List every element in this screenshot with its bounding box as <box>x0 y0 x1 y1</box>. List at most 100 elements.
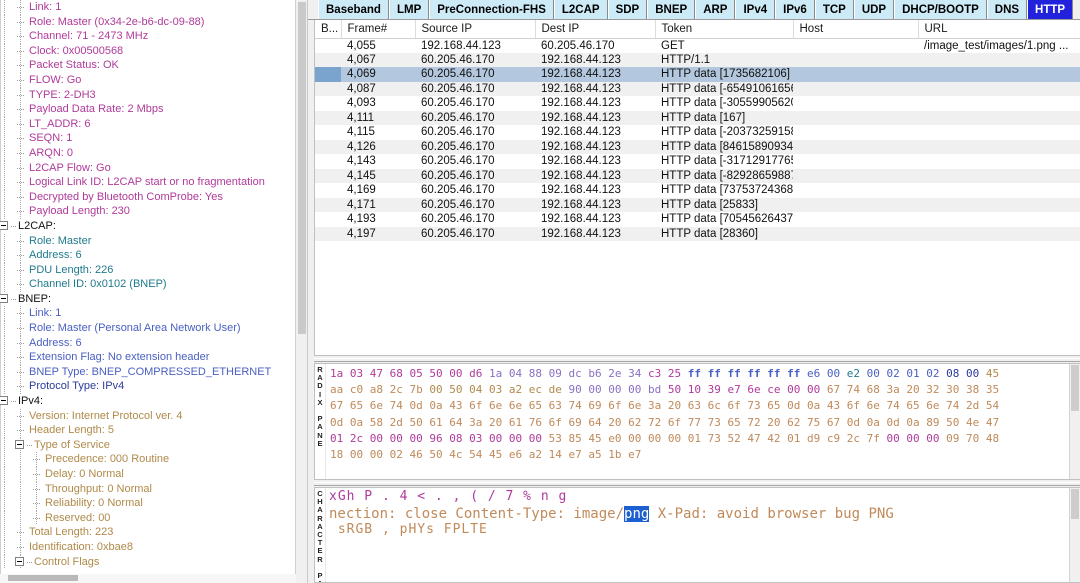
radix-pane[interactable]: RADIX PANE 1a 03 47 68 05 50 00 d6 1a 04… <box>314 363 1080 480</box>
tab-udp[interactable]: UDP <box>853 0 895 19</box>
packet-list-container[interactable]: B...Frame#Source IPDest IPTokenHostURLFr… <box>314 20 1080 356</box>
tree-node[interactable]: Header Length: 5 <box>2 423 296 438</box>
tree-node[interactable]: Clock: 0x00500568 <box>2 43 296 59</box>
tree-node[interactable]: TYPE: 2-DH3 <box>2 87 296 103</box>
tree-node[interactable]: Throughput: 0 Normal <box>2 481 296 497</box>
tree-node[interactable]: Channel: 71 - 2473 MHz <box>2 29 296 44</box>
tree-node[interactable]: Role: Master (0x34-2e-b6-dc-09-88) <box>2 14 296 30</box>
tree-scroll-thumb[interactable] <box>298 2 306 334</box>
radix-vertical-scrollbar[interactable] <box>1069 364 1080 479</box>
tree-node[interactable]: Identification: 0xbae8 <box>2 539 296 555</box>
tree-node[interactable]: ARQN: 0 <box>2 145 296 161</box>
cell-b <box>315 67 341 82</box>
tree-node[interactable]: Version: Internet Protocol ver. 4 <box>2 408 296 424</box>
tree-node[interactable]: Payload Length: 230 <box>2 204 296 219</box>
character-pane[interactable]: CHARACTER PANE xGh P . 4 < . , ( / 7 % n… <box>314 487 1080 583</box>
tree-node[interactable]: Address: 6 <box>2 248 296 263</box>
table-row[interactable]: 4,067 60.205.46.170 192.168.44.123 HTTP/1.1… <box>315 52 1080 67</box>
tree-horizontal-scrollbar[interactable] <box>0 574 296 583</box>
table-row[interactable]: 4,093 60.205.46.170 192.168.44.123 HTTP dat… <box>315 96 1080 111</box>
column-header[interactable]: Source IP <box>415 20 536 39</box>
character-rows[interactable]: xGh P . 4 < . , ( / 7 % n g nection: clos… <box>326 488 1080 582</box>
table-row[interactable]: 4,111 60.205.46.170 192.168.44.123 HTTP dat… <box>315 110 1080 125</box>
tree-node[interactable]: Delay: 0 Normal <box>2 467 296 482</box>
tree-node[interactable]: Decrypted by Bluetooth ComProbe: Yes <box>2 189 296 205</box>
pane-splitter-2[interactable] <box>308 480 1080 487</box>
tab-sdp[interactable]: SDP <box>607 0 648 19</box>
tab-dns[interactable]: DNS <box>986 0 1028 19</box>
tab-tcp[interactable]: TCP <box>814 0 854 19</box>
table-row[interactable]: 4,193 60.205.46.170 192.168.44.123 HTTP dat… <box>315 212 1080 227</box>
column-header[interactable]: Dest IP <box>535 20 656 39</box>
character-vertical-scrollbar[interactable] <box>1069 488 1080 582</box>
tab-l2cap[interactable]: L2CAP <box>553 0 608 19</box>
column-header[interactable]: B... <box>315 20 342 39</box>
protocol-tree-list[interactable]: Link: 1 Role: Master (0x34-2e-b6-dc-09-88… <box>0 0 296 583</box>
tree-node[interactable]: L2CAP Flow: Go <box>2 160 296 176</box>
pane-splitter-1[interactable] <box>308 356 1080 363</box>
tree-node[interactable]: Precedence: 000 Routine <box>2 452 296 467</box>
packet-table-body[interactable]: 4,055 192.168.44.123 60.205.46.170 GET/imag… <box>315 38 1080 241</box>
radix-hex-rows[interactable]: 1a 03 47 68 05 50 00 d6 1a 04 88 09 dc b… <box>326 364 1080 479</box>
tree-collapse-icon[interactable] <box>15 556 24 566</box>
table-row[interactable]: 4,087 60.205.46.170 192.168.44.123 HTTP dat… <box>315 81 1080 96</box>
tab-baseband[interactable]: Baseband <box>318 0 389 19</box>
tree-node[interactable]: Role: Master <box>2 233 296 249</box>
tree-collapse-icon[interactable] <box>0 396 8 406</box>
table-row[interactable]: 4,145 60.205.46.170 192.168.44.123 HTTP dat… <box>315 168 1080 183</box>
tree-node[interactable]: Role: Master (Personal Area Network User… <box>2 321 296 336</box>
table-row[interactable]: 4,115 60.205.46.170 192.168.44.123 HTTP dat… <box>315 125 1080 140</box>
tree-node[interactable]: BNEP Type: BNEP_COMPRESSED_ETHERNET <box>2 364 296 380</box>
tree-node[interactable]: Logical Link ID: L2CAP start or no fragm… <box>2 175 296 190</box>
protocol-tab-strip[interactable]: Baseband LMP PreConnection-FHS L2CAP SDP BNEP… <box>308 0 1080 20</box>
cell-host <box>793 81 918 96</box>
table-row[interactable]: 4,143 60.205.46.170 192.168.44.123 HTTP dat… <box>315 154 1080 169</box>
tab-ipv4[interactable]: IPv4 <box>735 0 776 19</box>
tree-vertical-scrollbar[interactable] <box>295 0 307 583</box>
tree-node[interactable]: Control Flags <box>2 554 296 570</box>
tab-dhcp-bootp[interactable]: DHCP/BOOTP <box>894 0 987 19</box>
table-row[interactable]: 4,197 60.205.46.170 192.168.44.123 HTTP dat… <box>315 226 1080 241</box>
tree-node[interactable]: Packet Status: OK <box>2 58 296 73</box>
tree-node[interactable]: Type of Service <box>2 437 296 453</box>
tree-node[interactable]: Reserved: 00 <box>2 510 296 526</box>
table-row[interactable]: 4,069 60.205.46.170 192.168.44.123 HTTP dat… <box>315 67 1080 82</box>
tree-node[interactable]: Address: 6 <box>2 335 296 351</box>
tree-node[interactable]: BNEP: <box>0 292 296 307</box>
radix-scroll-thumb[interactable] <box>1071 365 1079 411</box>
tree-hscroll-thumb[interactable] <box>8 575 78 581</box>
tree-collapse-icon[interactable] <box>15 439 24 449</box>
tree-node[interactable]: FLOW: Go <box>2 72 296 88</box>
column-header[interactable]: URL <box>918 20 1080 39</box>
column-header[interactable]: Host <box>793 20 919 39</box>
table-row[interactable]: 4,171 60.205.46.170 192.168.44.123 HTTP dat… <box>315 197 1080 212</box>
tab-http[interactable]: HTTP <box>1027 0 1074 19</box>
table-row[interactable]: 4,055 192.168.44.123 60.205.46.170 GET/imag… <box>315 38 1080 53</box>
column-header[interactable]: Frame# <box>341 20 416 39</box>
tree-node[interactable]: LT_ADDR: 6 <box>2 116 296 132</box>
column-header[interactable]: Token <box>655 20 794 39</box>
tree-node[interactable]: Link: 1 <box>2 0 296 15</box>
tree-node[interactable]: Link: 1 <box>2 306 296 322</box>
table-row[interactable]: 4,169 60.205.46.170 192.168.44.123 HTTP dat… <box>315 183 1080 198</box>
tree-node[interactable]: Protocol Type: IPv4 <box>2 379 296 395</box>
tree-node[interactable]: L2CAP: <box>0 219 296 234</box>
tab-arp[interactable]: ARP <box>695 0 736 19</box>
tab-bnep[interactable]: BNEP <box>647 0 696 19</box>
tree-node[interactable]: Channel ID: 0x0102 (BNEP) <box>2 277 296 292</box>
tree-node[interactable]: SEQN: 1 <box>2 131 296 146</box>
tab-ipv6[interactable]: IPv6 <box>775 0 815 19</box>
character-scroll-thumb[interactable] <box>1071 489 1079 519</box>
tab-lmp[interactable]: LMP <box>388 0 430 19</box>
tree-node[interactable]: PDU Length: 226 <box>2 262 296 278</box>
table-row[interactable]: 4,126 60.205.46.170 192.168.44.123 HTTP dat… <box>315 139 1080 154</box>
tree-node[interactable]: Payload Data Rate: 2 Mbps <box>2 102 296 117</box>
tree-node[interactable]: Reliability: 0 Normal <box>2 496 296 511</box>
tree-collapse-icon[interactable] <box>0 220 8 230</box>
tab-preconnection-fhs[interactable]: PreConnection-FHS <box>429 0 554 19</box>
tree-node[interactable]: IPv4: <box>0 394 296 409</box>
tree-node[interactable]: Total Length: 223 <box>2 525 296 540</box>
tree-collapse-icon[interactable] <box>0 293 8 303</box>
tree-node[interactable]: Extension Flag: No extension header <box>2 350 296 365</box>
tree-node-label: Reserved: 00 <box>45 511 111 524</box>
